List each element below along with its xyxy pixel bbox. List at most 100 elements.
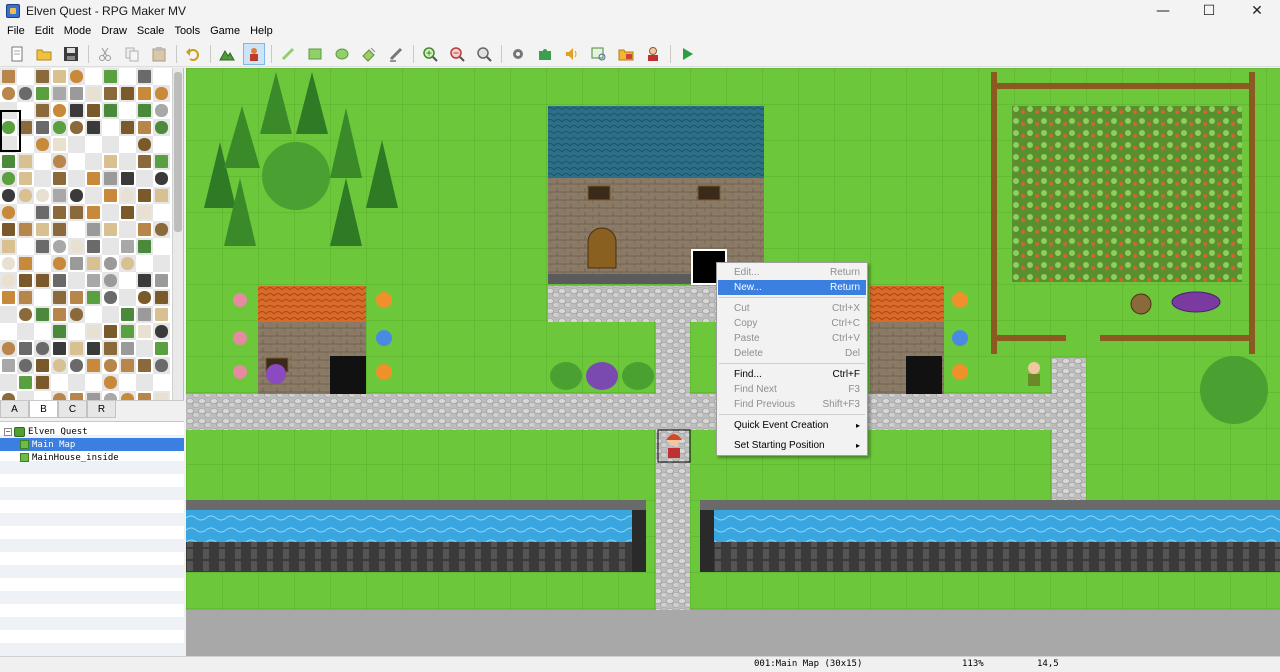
tree-item-mainhouse-inside[interactable]: MainHouse_inside (0, 451, 184, 464)
copy-icon[interactable] (121, 43, 143, 65)
maximize-button[interactable]: ☐ (1186, 0, 1232, 22)
event-searcher-icon[interactable] (588, 43, 610, 65)
menu-mode[interactable]: Mode (59, 25, 97, 37)
tile-cell[interactable] (119, 136, 136, 153)
tile-cell[interactable] (102, 238, 119, 255)
plugin-manager-icon[interactable] (534, 43, 556, 65)
tile-cell[interactable] (17, 238, 34, 255)
ellipse-icon[interactable] (331, 43, 353, 65)
sound-test-icon[interactable] (561, 43, 583, 65)
farmer-npc[interactable] (1028, 362, 1040, 386)
ctx-delete[interactable]: Delete Del (718, 346, 866, 361)
cut-icon[interactable] (94, 43, 116, 65)
database-icon[interactable] (507, 43, 529, 65)
tile-cell[interactable] (0, 306, 17, 323)
tile-cell[interactable] (153, 238, 170, 255)
tile-cell[interactable] (85, 374, 102, 391)
tile-cell[interactable] (153, 204, 170, 221)
map-mode-icon[interactable] (216, 43, 238, 65)
tile-cell[interactable] (68, 136, 85, 153)
new-project-icon[interactable] (6, 43, 28, 65)
ctx-cut[interactable]: Cut Ctrl+X (718, 301, 866, 316)
ctx-find-next[interactable]: Find Next F3 (718, 382, 866, 397)
menu-draw[interactable]: Draw (96, 25, 132, 37)
menu-scale[interactable]: Scale (132, 25, 170, 37)
tile-cell[interactable] (119, 272, 136, 289)
tile-cell[interactable] (119, 153, 136, 170)
ctx-paste[interactable]: Paste Ctrl+V (718, 331, 866, 346)
menu-help[interactable]: Help (245, 25, 278, 37)
character-generator-icon[interactable] (642, 43, 664, 65)
ctx-set-starting-position[interactable]: Set Starting Position ▸ (718, 438, 866, 453)
tile-cell[interactable] (119, 68, 136, 85)
tile-cell[interactable] (153, 68, 170, 85)
ctx-copy[interactable]: Copy Ctrl+C (718, 316, 866, 331)
tab-b[interactable]: B (29, 401, 58, 418)
tile-cell[interactable] (119, 102, 136, 119)
tile-cell[interactable] (0, 374, 17, 391)
ctx-quick-event-creation[interactable]: Quick Event Creation ▸ (718, 418, 866, 433)
map-editor-canvas[interactable]: Edit... Return New... Return Cut Ctrl+X Cop… (186, 68, 1280, 656)
tile-cell[interactable] (119, 374, 136, 391)
tab-r[interactable]: R (87, 401, 116, 418)
tile-cell[interactable] (136, 255, 153, 272)
tile-cell[interactable] (68, 374, 85, 391)
tile-cell[interactable] (34, 391, 51, 400)
tileset-palette[interactable] (0, 68, 184, 400)
tile-cell[interactable] (34, 255, 51, 272)
actual-size-icon[interactable] (473, 43, 495, 65)
ctx-edit[interactable]: Edit... Return (718, 265, 866, 280)
palette-scrollbar-thumb[interactable] (174, 72, 182, 232)
tab-c[interactable]: C (58, 401, 87, 418)
tile-cell[interactable] (17, 204, 34, 221)
menu-edit[interactable]: Edit (30, 25, 59, 37)
tile-cell[interactable] (51, 374, 68, 391)
paste-icon[interactable] (148, 43, 170, 65)
tile-cell[interactable] (136, 170, 153, 187)
menu-tools[interactable]: Tools (169, 25, 205, 37)
tile-cell[interactable] (153, 374, 170, 391)
minimize-button[interactable]: — (1140, 0, 1186, 22)
tile-cell[interactable] (0, 323, 17, 340)
tile-cell[interactable] (17, 323, 34, 340)
tile-cell[interactable] (102, 119, 119, 136)
tile-cell[interactable] (68, 153, 85, 170)
tile-cell[interactable] (34, 170, 51, 187)
shadow-pen-icon[interactable] (385, 43, 407, 65)
tile-cell[interactable] (153, 136, 170, 153)
tile-cell[interactable] (34, 153, 51, 170)
tree-item-project[interactable]: − Elven Quest (0, 425, 184, 438)
tile-cell[interactable] (68, 272, 85, 289)
tile-cell[interactable] (102, 204, 119, 221)
open-project-icon[interactable] (33, 43, 55, 65)
save-project-icon[interactable] (60, 43, 82, 65)
close-button[interactable]: ✕ (1234, 0, 1280, 22)
tile-cell[interactable] (17, 68, 34, 85)
tile-cell[interactable] (34, 323, 51, 340)
menu-game[interactable]: Game (205, 25, 245, 37)
tile-cell[interactable] (85, 187, 102, 204)
tile-cell[interactable] (68, 323, 85, 340)
tile-cell[interactable] (68, 170, 85, 187)
ctx-find[interactable]: Find... Ctrl+F (718, 367, 866, 382)
tile-cell[interactable] (136, 340, 153, 357)
rectangle-icon[interactable] (304, 43, 326, 65)
playtest-icon[interactable] (676, 43, 698, 65)
tile-cell[interactable] (102, 136, 119, 153)
ctx-new[interactable]: New... Return (718, 280, 866, 295)
undo-icon[interactable] (182, 43, 204, 65)
tab-a[interactable]: A (0, 401, 29, 418)
tile-cell[interactable] (136, 374, 153, 391)
tile-cell[interactable] (17, 391, 34, 400)
menu-file[interactable]: File (2, 25, 30, 37)
zoom-out-icon[interactable] (446, 43, 468, 65)
collapse-icon[interactable]: − (4, 427, 12, 436)
tile-cell[interactable] (34, 289, 51, 306)
tile-cell[interactable] (153, 255, 170, 272)
tile-cell[interactable] (85, 306, 102, 323)
tileset-tiles[interactable] (0, 68, 172, 400)
tree-item-main-map[interactable]: Main Map (0, 438, 184, 451)
tile-cell[interactable] (119, 289, 136, 306)
event-mode-icon[interactable] (243, 43, 265, 65)
resource-manager-icon[interactable] (615, 43, 637, 65)
